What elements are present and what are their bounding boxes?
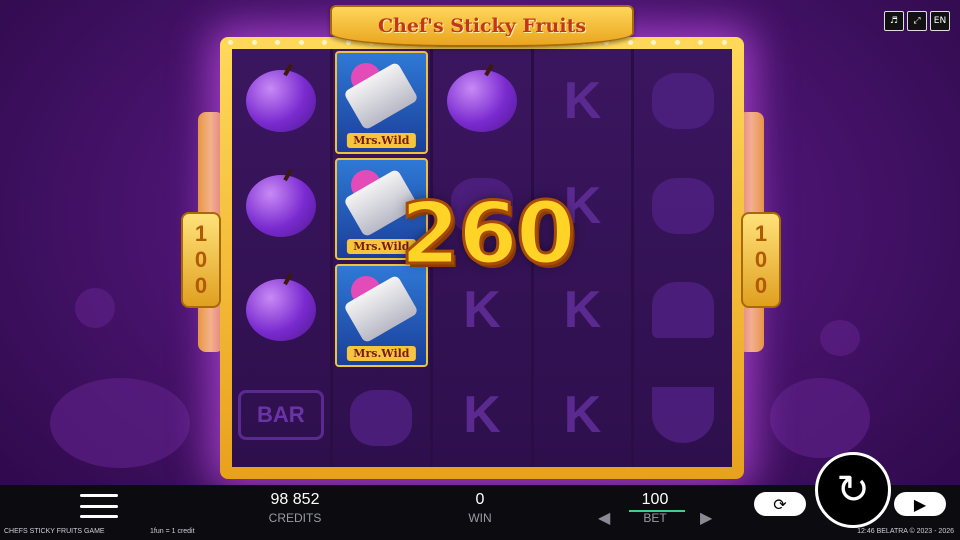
play-icon: ▶ — [913, 494, 927, 514]
symbol-chef-dimmed — [634, 154, 732, 259]
watermelon-icon — [652, 386, 715, 443]
bg-pan-left — [50, 378, 190, 468]
frame-bulb — [674, 40, 680, 45]
language-button[interactable]: EN — [930, 11, 950, 31]
win-display: 0 WIN — [440, 491, 520, 525]
symbol-wild: Mrs.Wild — [334, 51, 429, 154]
spin-button[interactable]: ↻ — [815, 452, 891, 528]
symbol-bell-dimmed — [634, 258, 732, 363]
symbol-plum — [232, 258, 330, 363]
plum-icon — [446, 70, 517, 133]
right-multiplier: 1 0 0 — [741, 212, 781, 308]
game-title: Chef's Sticky Fruits — [377, 15, 587, 37]
reel-1: BAR — [232, 49, 330, 467]
reel-5 — [634, 49, 732, 467]
symbol-lemon-dimmed — [634, 49, 732, 154]
speaker-icon[interactable]: ♬ — [884, 11, 904, 31]
bg-fruit-left — [75, 288, 115, 328]
menu-line — [80, 504, 118, 508]
left-multiplier: 1 0 0 — [181, 212, 221, 308]
menu-button[interactable] — [80, 494, 118, 518]
symbol-k-dimmed: K — [433, 363, 531, 468]
symbol-bar: BAR — [232, 363, 330, 468]
lemon-icon — [652, 73, 715, 130]
footer-rate: 1fun = 1 credit — [150, 528, 195, 535]
bell-icon — [652, 282, 715, 339]
symbol-plum — [232, 154, 330, 259]
frame-bulb — [298, 40, 304, 45]
frame-bulb — [721, 40, 727, 45]
frame-bulb — [228, 40, 233, 45]
credits-value: 98 852 — [270, 491, 320, 508]
bet-indicator — [629, 510, 685, 512]
menu-line — [80, 494, 118, 497]
bg-pot-right — [770, 378, 870, 458]
right-multiplier-digit-2: 0 — [754, 247, 768, 272]
bar-icon: BAR — [237, 389, 324, 440]
win-value: 0 — [475, 491, 485, 508]
turbo-button[interactable]: ▶ — [894, 492, 946, 516]
wild-label: Mrs.Wild — [347, 345, 416, 361]
footer-game-name: CHEFS STICKY FRUITS GAME — [4, 528, 105, 535]
symbol-chef-dimmed — [333, 369, 431, 468]
chef-icon — [652, 177, 715, 234]
autoplay-icon: ⟳ — [773, 494, 787, 514]
right-multiplier-digit-3: 0 — [754, 273, 768, 298]
right-multiplier-digit-1: 1 — [754, 221, 768, 246]
autoplay-button[interactable]: ⟳ — [754, 492, 806, 516]
menu-line — [80, 515, 118, 518]
frame-bulb — [698, 40, 703, 45]
credits-display: 98 852 CREDITS — [245, 491, 345, 525]
frame-bulb — [627, 40, 633, 45]
bet-increase-button[interactable]: ▶ — [700, 508, 712, 528]
footer-time-copyright: 12:46 BELATRA © 2023 - 2026 — [857, 528, 954, 535]
k-icon: K — [563, 281, 602, 340]
plum-icon — [245, 279, 316, 342]
win-label: WIN — [468, 511, 492, 525]
bet-value: 100 — [641, 491, 669, 508]
symbol-k-dimmed: K — [534, 49, 632, 154]
k-icon: K — [563, 385, 602, 444]
frame-bulb — [275, 40, 280, 45]
win-amount-overlay: 260 — [399, 183, 578, 286]
left-multiplier-digit-1: 1 — [194, 221, 208, 246]
bet-label: BET — [643, 511, 667, 525]
frame-bulb — [651, 40, 656, 45]
symbol-plum — [433, 49, 531, 154]
left-multiplier-digit-2: 0 — [194, 247, 208, 272]
chef-icon — [350, 389, 413, 446]
frame-bulb — [322, 40, 327, 45]
credits-label: CREDITS — [268, 511, 322, 525]
left-multiplier-digit-3: 0 — [194, 273, 208, 298]
symbol-k-dimmed: K — [534, 363, 632, 468]
top-controls: ♬ ⤢ EN — [884, 11, 950, 31]
symbol-watermelon-dimmed — [634, 363, 732, 468]
plum-icon — [245, 174, 316, 237]
bet-decrease-button[interactable]: ◀ — [598, 508, 610, 528]
bet-display: 100 BET — [615, 491, 695, 525]
symbol-plum — [232, 49, 330, 154]
spin-icon: ↻ — [836, 467, 870, 513]
bg-plum-right — [820, 320, 860, 356]
game-title-banner: Chef's Sticky Fruits — [330, 5, 634, 47]
wild-label: Mrs.Wild — [347, 132, 416, 148]
k-icon: K — [463, 281, 501, 340]
k-icon: K — [563, 72, 602, 131]
k-icon: K — [463, 385, 501, 444]
frame-bulb — [251, 40, 257, 45]
fullscreen-icon[interactable]: ⤢ — [907, 11, 927, 31]
plum-icon — [245, 70, 316, 133]
